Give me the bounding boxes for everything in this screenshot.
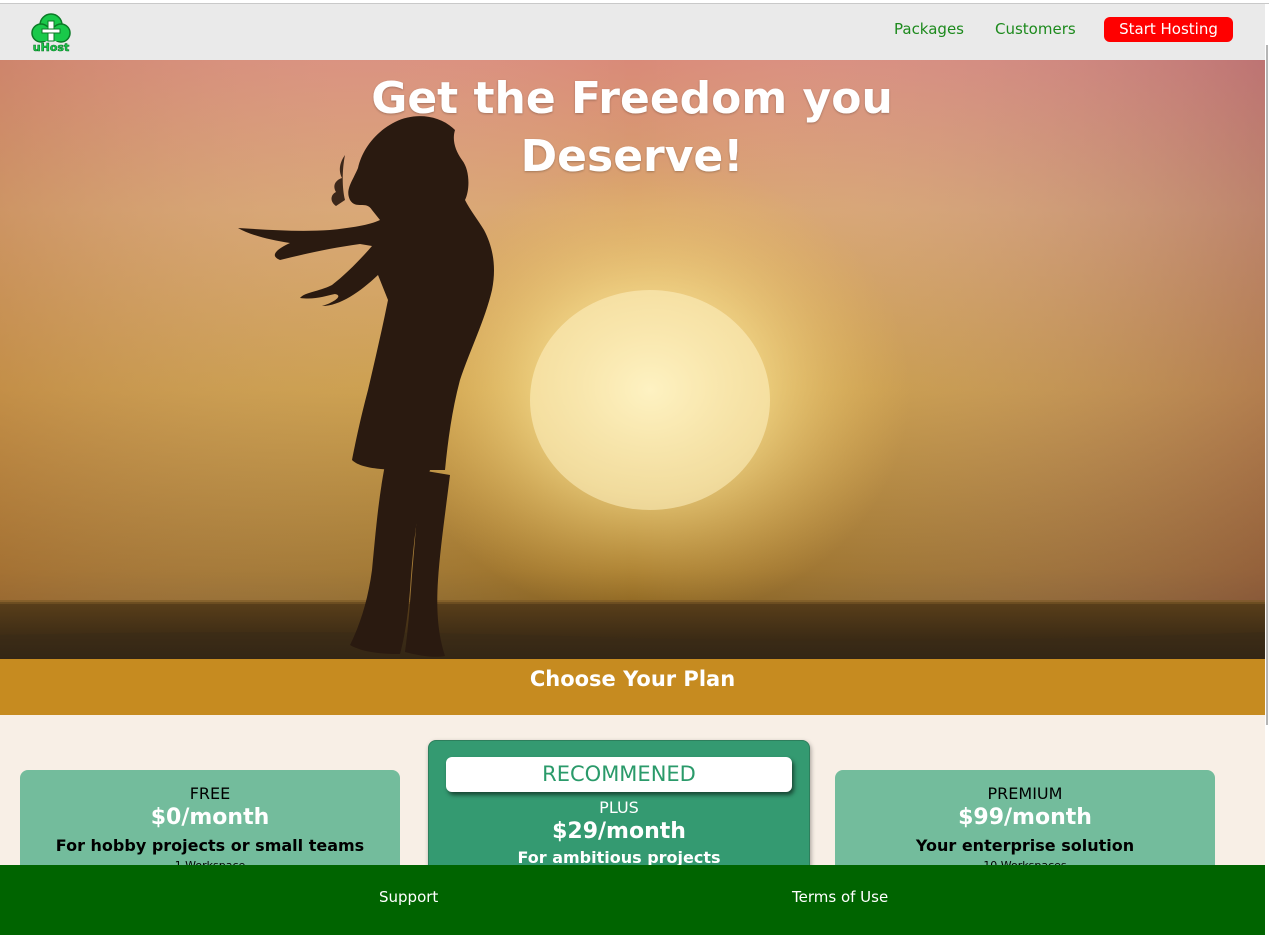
plan-heading-banner: Choose Your Plan — [0, 659, 1265, 715]
plan-name: FREE — [189, 784, 231, 803]
plan-heading: Choose Your Plan — [529, 667, 736, 691]
logo-wordmark: uHost — [33, 41, 69, 54]
main-header: uHost Packages Customers Start Hosting — [0, 4, 1265, 60]
hero-title-line-2: Deserve! — [520, 131, 744, 182]
scrollbar-thumb[interactable] — [1266, 45, 1268, 725]
plan-price: $29/month — [552, 819, 686, 844]
packages-section: FREE $0/month For hobby projects or smal… — [0, 715, 1265, 890]
recommended-badge: RECOMMENED — [446, 757, 792, 792]
nav-customers-link[interactable]: Customers — [995, 20, 1076, 38]
plan-price: $99/month — [958, 805, 1092, 830]
plan-price: $0/month — [150, 805, 270, 830]
brand-logo[interactable]: uHost — [30, 11, 72, 55]
plan-description: For hobby projects or small teams — [55, 836, 365, 855]
main-footer: Support Terms of Use — [0, 865, 1265, 935]
footer-terms-link[interactable]: Terms of Use — [792, 888, 888, 906]
plan-description: Your enterprise solution — [915, 836, 1135, 855]
plan-name: PREMIUM — [987, 784, 1063, 803]
nav-packages-link[interactable]: Packages — [894, 20, 964, 38]
footer-support-link[interactable]: Support — [379, 888, 438, 906]
plan-name: PLUS — [599, 798, 639, 817]
cloud-tree-icon: uHost — [31, 13, 71, 54]
hero-section: Get the Freedom you Deserve! — [0, 60, 1265, 659]
hero-title: Get the Freedom you Deserve! — [332, 70, 932, 186]
hero-title-line-1: Get the Freedom you — [371, 73, 893, 124]
start-hosting-button[interactable]: Start Hosting — [1104, 17, 1233, 42]
